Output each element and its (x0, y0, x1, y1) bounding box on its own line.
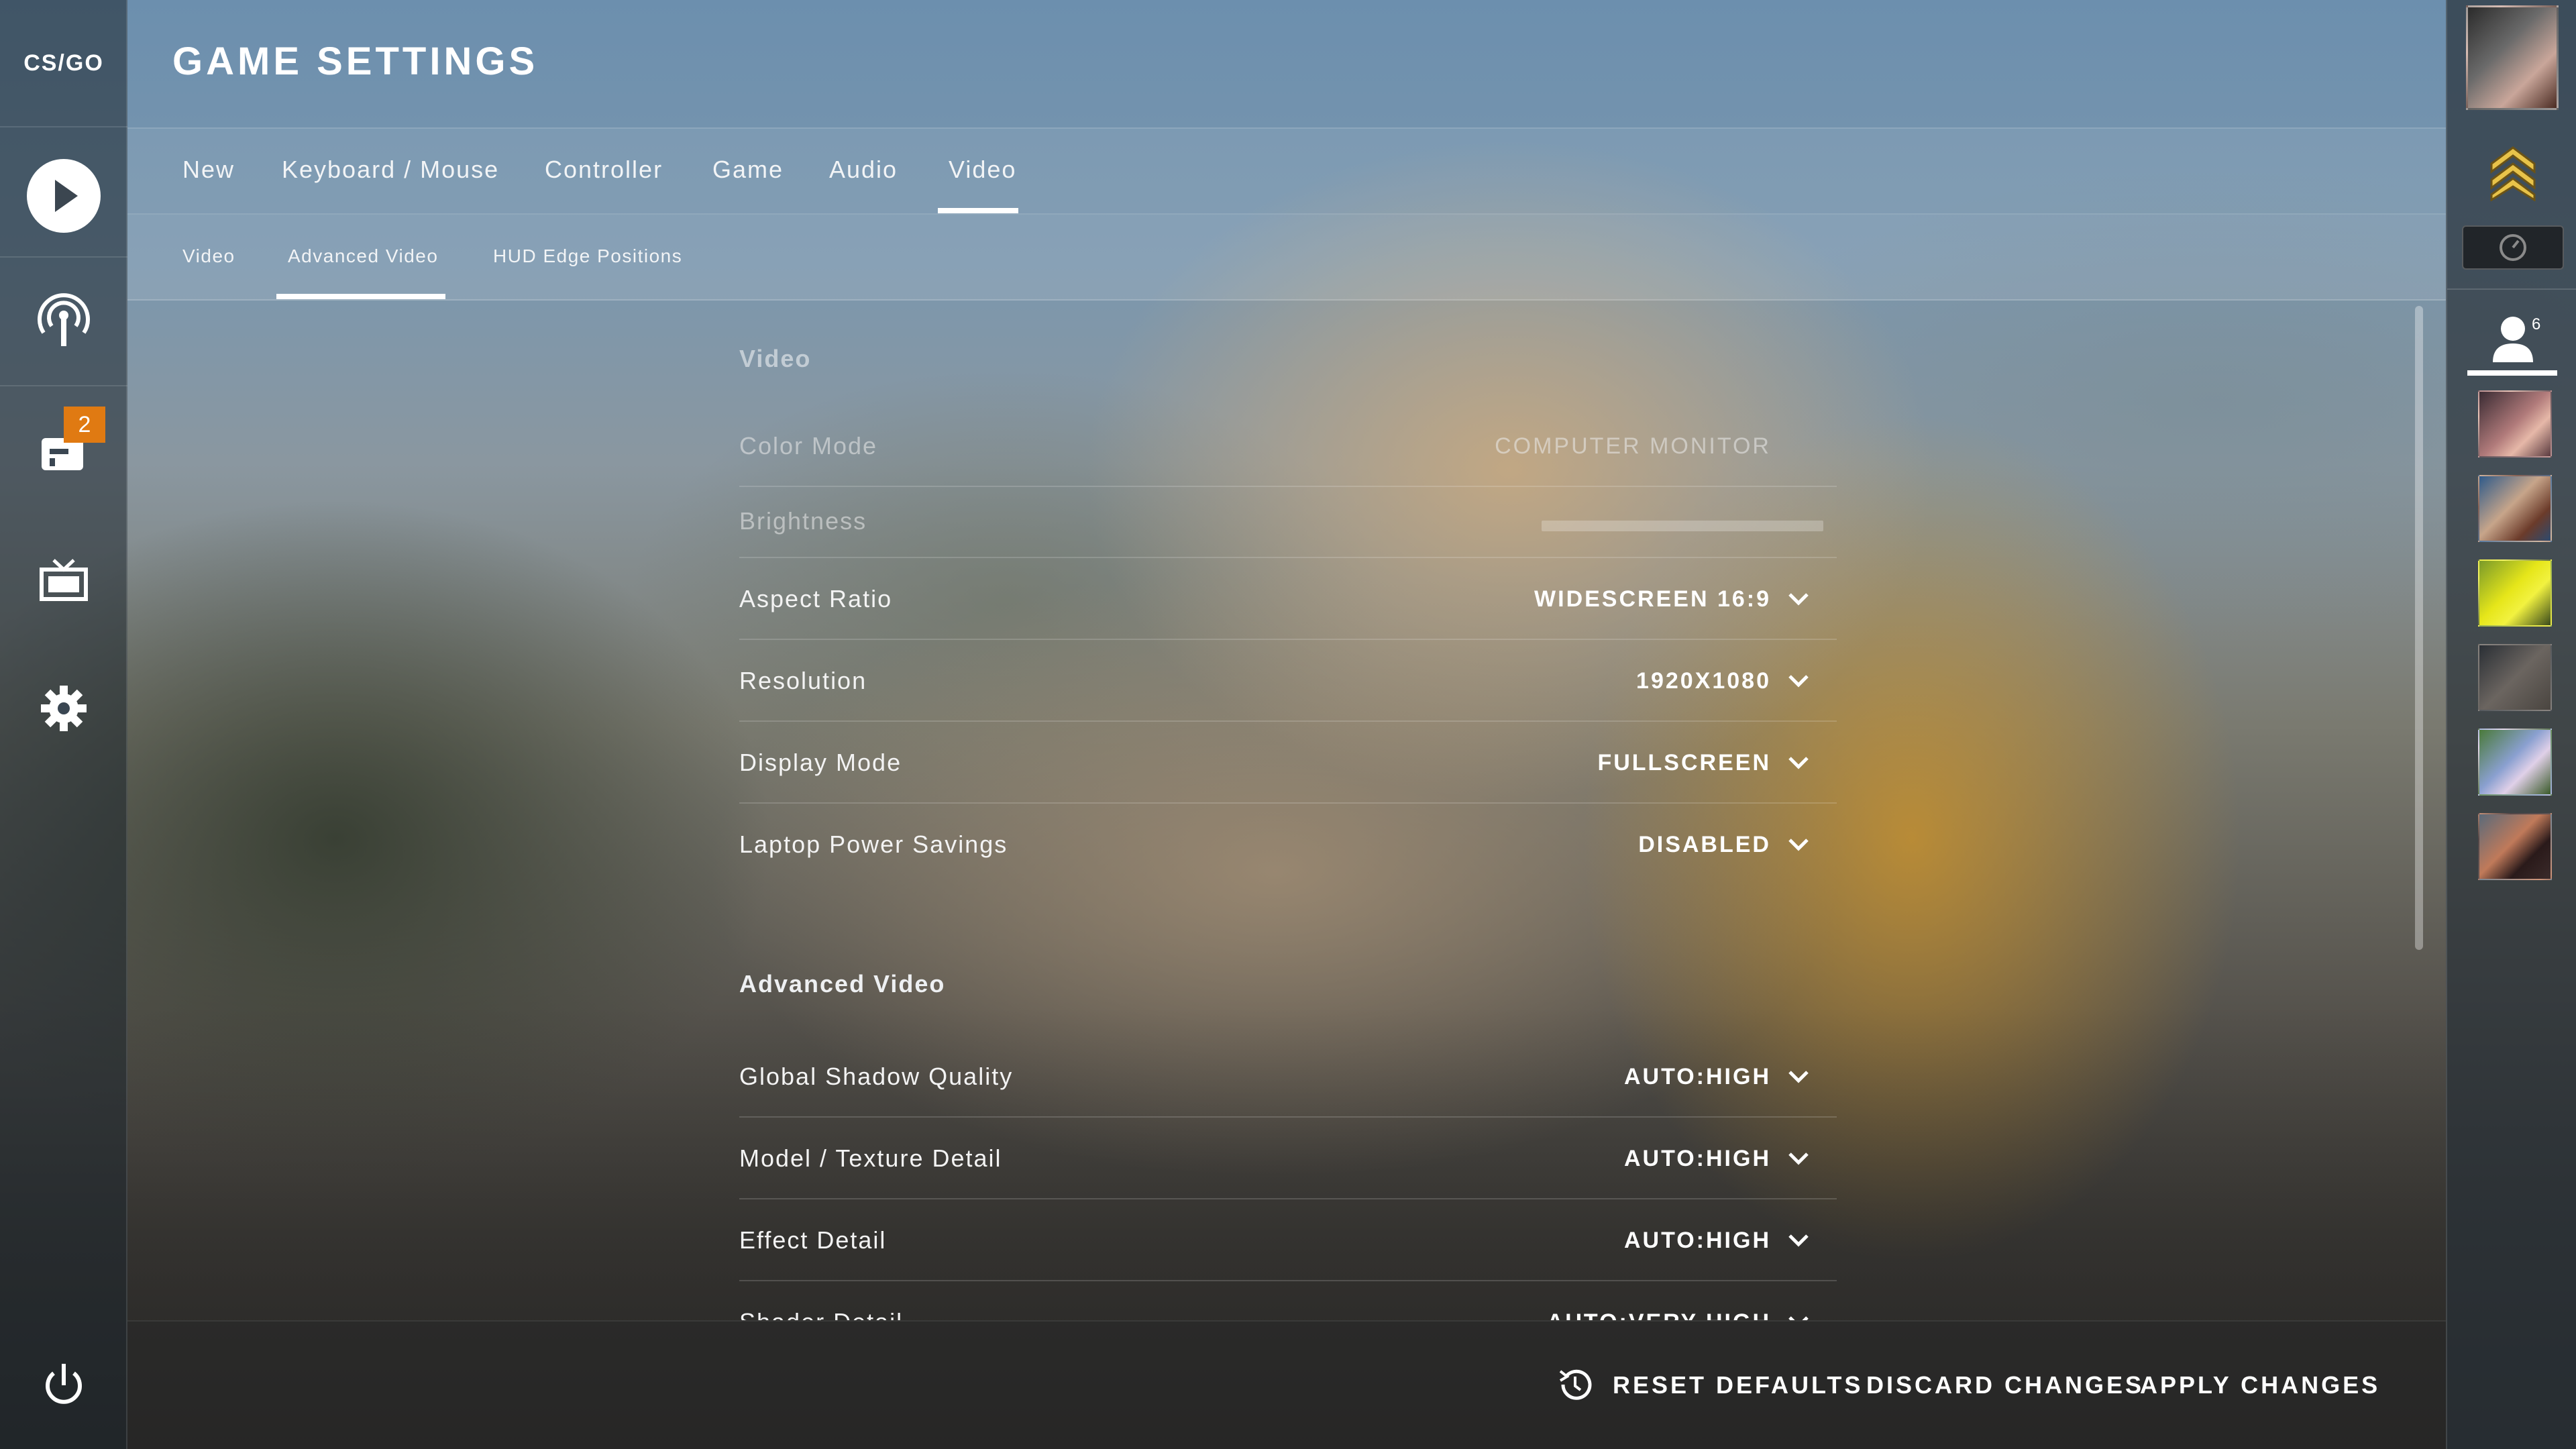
setting-label: Global Shadow Quality (739, 1063, 1014, 1090)
player-avatar[interactable] (2466, 5, 2559, 110)
tab-video[interactable]: Video (949, 156, 1016, 184)
setting-value[interactable]: WIDESCREEN 16:9 (1534, 586, 1771, 612)
play-button[interactable] (27, 159, 101, 233)
setting-label: Display Mode (739, 749, 902, 776)
tab-game[interactable]: Game (712, 156, 784, 184)
setting-row-resolution[interactable]: Resolution 1920X1080 (739, 641, 1837, 722)
chevron-down-icon[interactable] (1787, 1148, 1810, 1167)
setting-value[interactable]: 1920X1080 (1636, 668, 1771, 694)
rank-chevron-icon (2490, 146, 2536, 201)
active-subtab-indicator (276, 294, 445, 299)
play-icon (27, 159, 101, 233)
chevron-down-icon[interactable] (1787, 835, 1810, 853)
left-sidebar: CS/GO 2 (0, 0, 127, 1449)
setting-label: Laptop Power Savings (739, 830, 1008, 858)
competitive-rank-box[interactable] (2462, 225, 2564, 270)
chevron-down-icon[interactable] (1787, 753, 1810, 771)
friend-avatar[interactable] (2478, 729, 2552, 796)
footer-bar: RESET DEFAULTS DISCARD CHANGES APPLY CHA… (127, 1320, 2446, 1449)
tab-new[interactable]: New (182, 156, 235, 184)
logo-text: CS/GO (23, 50, 104, 76)
clock-icon (2500, 234, 2526, 261)
setting-row-model-texture-detail[interactable]: Model / Texture Detail AUTO:HIGH (739, 1119, 1837, 1199)
setting-label: Aspect Ratio (739, 585, 893, 612)
tv-icon (40, 559, 88, 601)
history-icon (1559, 1369, 1592, 1400)
section-title-advanced-video: Advanced Video (739, 970, 946, 998)
setting-label: Shader Detail (739, 1308, 903, 1320)
chevron-down-icon[interactable] (1787, 1067, 1810, 1085)
active-tab-indicator (938, 208, 1018, 213)
friend-avatar[interactable] (2478, 644, 2552, 711)
power-icon (46, 1364, 82, 1404)
setting-label: Color Mode (739, 432, 878, 460)
right-sidebar: 6 (2446, 0, 2576, 1449)
setting-row-aspect-ratio[interactable]: Aspect Ratio WIDESCREEN 16:9 (739, 559, 1837, 640)
friends-divider (2447, 288, 2576, 290)
settings-panel: Video Color Mode COMPUTER MONITOR Bright… (127, 301, 2446, 1320)
setting-value[interactable]: DISABLED (1638, 832, 1771, 858)
csgo-logo[interactable]: CS/GO (0, 0, 127, 127)
section-title-video: Video (739, 345, 812, 372)
setting-value: COMPUTER MONITOR (1495, 433, 1771, 459)
setting-label: Brightness (739, 507, 867, 535)
setting-value[interactable]: AUTO:HIGH (1624, 1146, 1771, 1172)
setting-row-effect-detail[interactable]: Effect Detail AUTO:HIGH (739, 1201, 1837, 1281)
sidebar-divider (0, 256, 127, 258)
chevron-down-icon[interactable] (1787, 1312, 1810, 1320)
setting-label: Effect Detail (739, 1226, 887, 1254)
tab-controller[interactable]: Controller (545, 156, 663, 184)
page-title: GAME SETTINGS (172, 40, 539, 83)
broadcast-icon (38, 293, 90, 346)
friends-count: 6 (2532, 315, 2541, 333)
setting-row-global-shadow-quality[interactable]: Global Shadow Quality AUTO:HIGH (739, 1037, 1837, 1118)
setting-row-display-mode[interactable]: Display Mode FULLSCREEN (739, 723, 1837, 804)
setting-value[interactable]: AUTO:VERY HIGH (1547, 1309, 1771, 1320)
setting-label: Model / Texture Detail (739, 1144, 1002, 1172)
setting-value[interactable]: AUTO:HIGH (1624, 1064, 1771, 1090)
setting-label: Resolution (739, 667, 867, 694)
setting-value[interactable]: AUTO:HIGH (1624, 1228, 1771, 1254)
setting-row-color-mode: Color Mode COMPUTER MONITOR (739, 407, 1837, 487)
friend-avatar[interactable] (2478, 390, 2552, 458)
tab-keyboard-mouse[interactable]: Keyboard / Mouse (282, 156, 499, 184)
friend-avatar[interactable] (2478, 813, 2552, 880)
brightness-slider (1542, 521, 1823, 531)
setting-row-laptop-power[interactable]: Laptop Power Savings DISABLED (739, 805, 1837, 885)
settings-tabs: New Keyboard / Mouse Controller Game Aud… (127, 129, 2446, 213)
settings-button[interactable] (30, 675, 97, 742)
setting-row-shader-detail[interactable]: Shader Detail AUTO:VERY HIGH (739, 1283, 1837, 1320)
subtab-hud-edge-positions[interactable]: HUD Edge Positions (493, 246, 682, 267)
settings-scrollbar[interactable] (2415, 306, 2423, 950)
apply-changes-button[interactable]: APPLY CHANGES (2140, 1371, 2380, 1399)
subtab-video[interactable]: Video (182, 246, 235, 267)
chevron-down-icon[interactable] (1787, 671, 1810, 690)
setting-value[interactable]: FULLSCREEN (1597, 750, 1771, 776)
tab-audio[interactable]: Audio (829, 156, 898, 184)
discard-changes-button[interactable]: DISCARD CHANGES (1866, 1371, 2144, 1399)
chevron-down-icon[interactable] (1787, 1230, 1810, 1249)
watch-button[interactable] (30, 287, 97, 354)
friend-avatar[interactable] (2478, 475, 2552, 542)
tv-button[interactable] (30, 546, 97, 613)
setting-row-brightness: Brightness (739, 487, 1837, 558)
friend-avatar[interactable] (2478, 559, 2552, 627)
power-button[interactable] (30, 1351, 97, 1418)
reset-defaults-label: RESET DEFAULTS (1613, 1371, 1864, 1399)
friends-tab-indicator (2467, 370, 2557, 376)
chevron-down-icon[interactable] (1787, 589, 1810, 608)
settings-subtabs: Video Advanced Video HUD Edge Positions (127, 215, 2446, 299)
inventory-badge: 2 (64, 407, 105, 443)
gear-icon (41, 686, 87, 731)
subtab-advanced-video[interactable]: Advanced Video (288, 246, 438, 267)
sidebar-divider (0, 385, 127, 386)
